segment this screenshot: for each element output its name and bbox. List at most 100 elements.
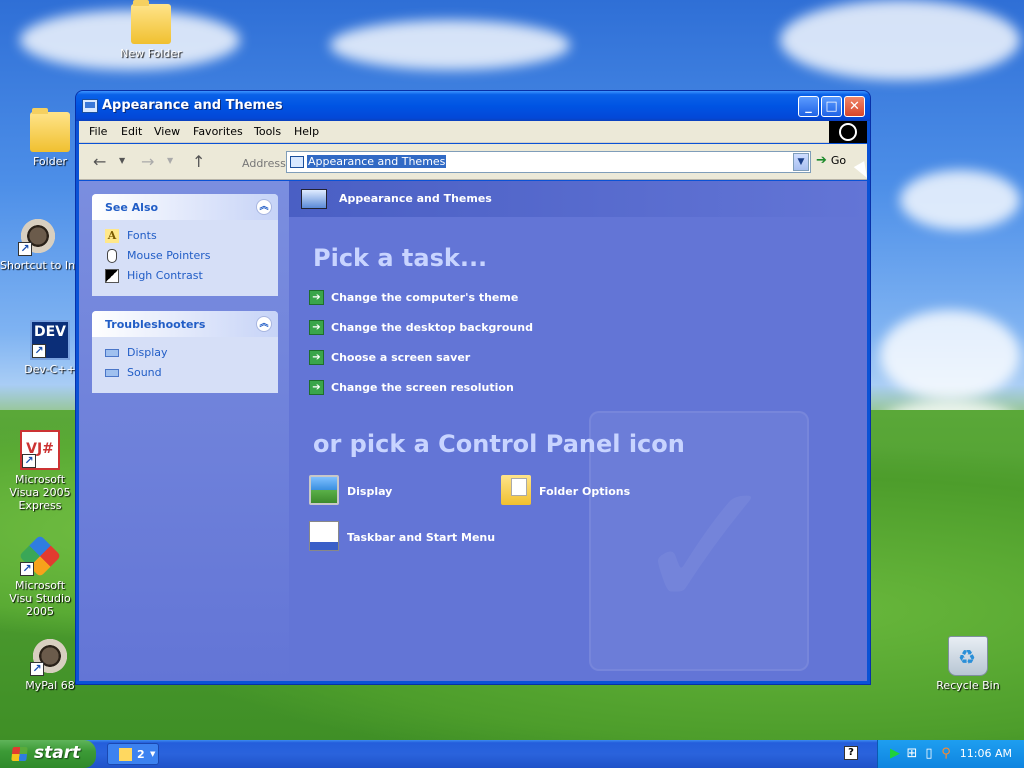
menu-tools[interactable]: Tools [254, 125, 281, 138]
address-label: Address [242, 157, 286, 170]
cp-icon-label: Folder Options [539, 485, 631, 498]
windows-logo-icon [829, 121, 867, 143]
title-bar[interactable]: Appearance and Themes _ □ ✕ [76, 91, 870, 121]
link-label: Mouse Pointers [127, 249, 211, 262]
task-change-background[interactable]: ➔ Change the desktop background [309, 320, 533, 336]
display-icon [309, 475, 339, 505]
clock[interactable]: 11:06 AM [960, 747, 1012, 760]
menu-view[interactable]: View [154, 125, 180, 138]
collapse-icon[interactable]: ︽ [256, 199, 272, 215]
cloud [900, 170, 1020, 230]
shortcut-arrow-icon: ↗ [30, 662, 44, 676]
category-header: Appearance and Themes [289, 181, 867, 217]
see-also-title: See Also [105, 201, 159, 214]
cloud [780, 0, 1020, 80]
folder-icon [131, 0, 171, 44]
chevron-down-icon[interactable]: ▼ [793, 153, 809, 171]
windows-logo-icon [11, 747, 28, 761]
cp-icon-label: Taskbar and Start Menu [347, 531, 496, 544]
address-field[interactable]: Appearance and Themes ▼ [286, 151, 811, 173]
task-change-theme[interactable]: ➔ Change the computer's theme [309, 290, 518, 306]
link-high-contrast[interactable]: High Contrast [105, 268, 278, 288]
folder-icon [119, 748, 132, 761]
arrow-right-icon: ➔ [309, 350, 324, 365]
task-screen-resolution[interactable]: ➔ Change the screen resolution [309, 380, 514, 396]
see-also-box: See Also ︽ A Fonts Mouse Pointers High Co… [92, 194, 278, 296]
menu-edit[interactable]: Edit [121, 125, 142, 138]
desktop-icon-label: Dev-C++ [24, 363, 76, 376]
desktop-icon-label: MyPal 68 [25, 679, 75, 692]
desktop-icon-label: Recycle Bin [936, 679, 1000, 692]
toolbar: ← ▼ → ▼ ↑ Address Appearance and Themes … [79, 144, 867, 180]
play-icon[interactable]: ▶ [888, 747, 902, 761]
shortcut-arrow-icon: ↗ [32, 344, 46, 358]
desktop-icon-label: Microsoft Visua 2005 Express [9, 473, 71, 512]
taskbar-icon [309, 521, 339, 551]
close-button[interactable]: ✕ [844, 96, 865, 117]
cloud [330, 20, 570, 70]
back-icon[interactable]: ← [93, 152, 106, 171]
recycle-bin-icon [948, 636, 988, 676]
minimize-button[interactable]: _ [798, 96, 819, 117]
desktop-icon-label: New Folder [120, 47, 182, 60]
task-pane: See Also ︽ A Fonts Mouse Pointers High Co… [79, 181, 289, 681]
taskbar-group-button[interactable]: 2 ▼ [107, 743, 159, 765]
shortcut-arrow-icon: ↗ [22, 454, 36, 468]
troubleshooters-title: Troubleshooters [105, 318, 206, 331]
link-label: Fonts [127, 229, 157, 242]
group-count: 2 [137, 748, 145, 761]
arrow-right-icon: ➔ [309, 320, 324, 335]
troubleshooters-box: Troubleshooters ︽ Display Sound [92, 311, 278, 393]
task-label: Change the screen resolution [331, 381, 514, 394]
cp-icon-taskbar-start[interactable]: Taskbar and Start Menu [309, 521, 495, 555]
keyboard-icon [105, 349, 119, 357]
desktop-icon-new-folder[interactable]: New Folder [111, 0, 191, 60]
keyboard-icon [105, 369, 119, 377]
link-fonts[interactable]: A Fonts [105, 228, 278, 248]
go-label: Go [830, 154, 847, 167]
link-display[interactable]: Display [105, 345, 278, 365]
up-icon[interactable]: ↑ [192, 152, 205, 171]
collapse-icon[interactable]: ︽ [256, 316, 272, 332]
system-tray: ▶ ⊞ ▯ ⚲ 11:06 AM [877, 740, 1024, 768]
menu-favorites[interactable]: Favorites [193, 125, 243, 138]
start-button[interactable]: start [0, 740, 96, 768]
desktop-icon-shortcut-internet[interactable]: ↗ Shortcut to Inte [0, 216, 76, 272]
link-sound[interactable]: Sound [105, 365, 278, 385]
usb-icon[interactable]: ▯ [922, 747, 936, 761]
windows-grid-icon[interactable]: ⊞ [905, 747, 919, 761]
maximize-button[interactable]: □ [821, 96, 842, 117]
link-mouse-pointers[interactable]: Mouse Pointers [105, 248, 278, 268]
visual-studio-icon: ↗ [18, 536, 62, 578]
content-area: See Also ︽ A Fonts Mouse Pointers High Co… [79, 181, 867, 681]
folder-icon [30, 108, 70, 152]
task-screen-saver[interactable]: ➔ Choose a screen saver [309, 350, 470, 366]
menu-file[interactable]: File [89, 125, 107, 138]
search-icon[interactable]: ⚲ [939, 747, 953, 761]
address-value[interactable]: Appearance and Themes [307, 155, 447, 168]
troubleshooters-header[interactable]: Troubleshooters ︽ [92, 311, 278, 337]
task-label: Change the computer's theme [331, 291, 519, 304]
desktop-icon-label: Microsoft Visu Studio 2005 [9, 579, 71, 618]
link-label: Sound [127, 366, 162, 379]
folder-options-icon [501, 475, 531, 505]
desktop-icon-visual-express[interactable]: VJ# ↗ Microsoft Visua 2005 Express [2, 430, 78, 512]
forward-dropdown-icon[interactable]: ▼ [167, 156, 173, 165]
cp-icon-label: Display [347, 485, 393, 498]
raccoon-icon: ↗ [30, 636, 70, 676]
task-label: Change the desktop background [331, 321, 533, 334]
help-icon[interactable]: ? [844, 746, 858, 760]
taskbar: start 2 ▼ ? ▶ ⊞ ▯ ⚲ 11:06 AM [0, 740, 1024, 768]
back-dropdown-icon[interactable]: ▼ [119, 156, 125, 165]
menu-bar: File Edit View Favorites Tools Help [79, 121, 867, 143]
menu-help[interactable]: Help [294, 125, 319, 138]
mouse-icon [107, 249, 117, 263]
desktop-icon-visual-studio[interactable]: ↗ Microsoft Visu Studio 2005 [2, 536, 78, 618]
high-contrast-icon [105, 269, 119, 283]
cp-icon-display[interactable]: Display [309, 475, 392, 509]
cp-icon-folder-options[interactable]: Folder Options [501, 475, 630, 509]
forward-icon[interactable]: → [141, 152, 154, 171]
see-also-header[interactable]: See Also ︽ [92, 194, 278, 220]
desktop-icon-recycle-bin[interactable]: Recycle Bin [928, 636, 1008, 692]
arrow-right-icon: ➔ [309, 290, 324, 305]
